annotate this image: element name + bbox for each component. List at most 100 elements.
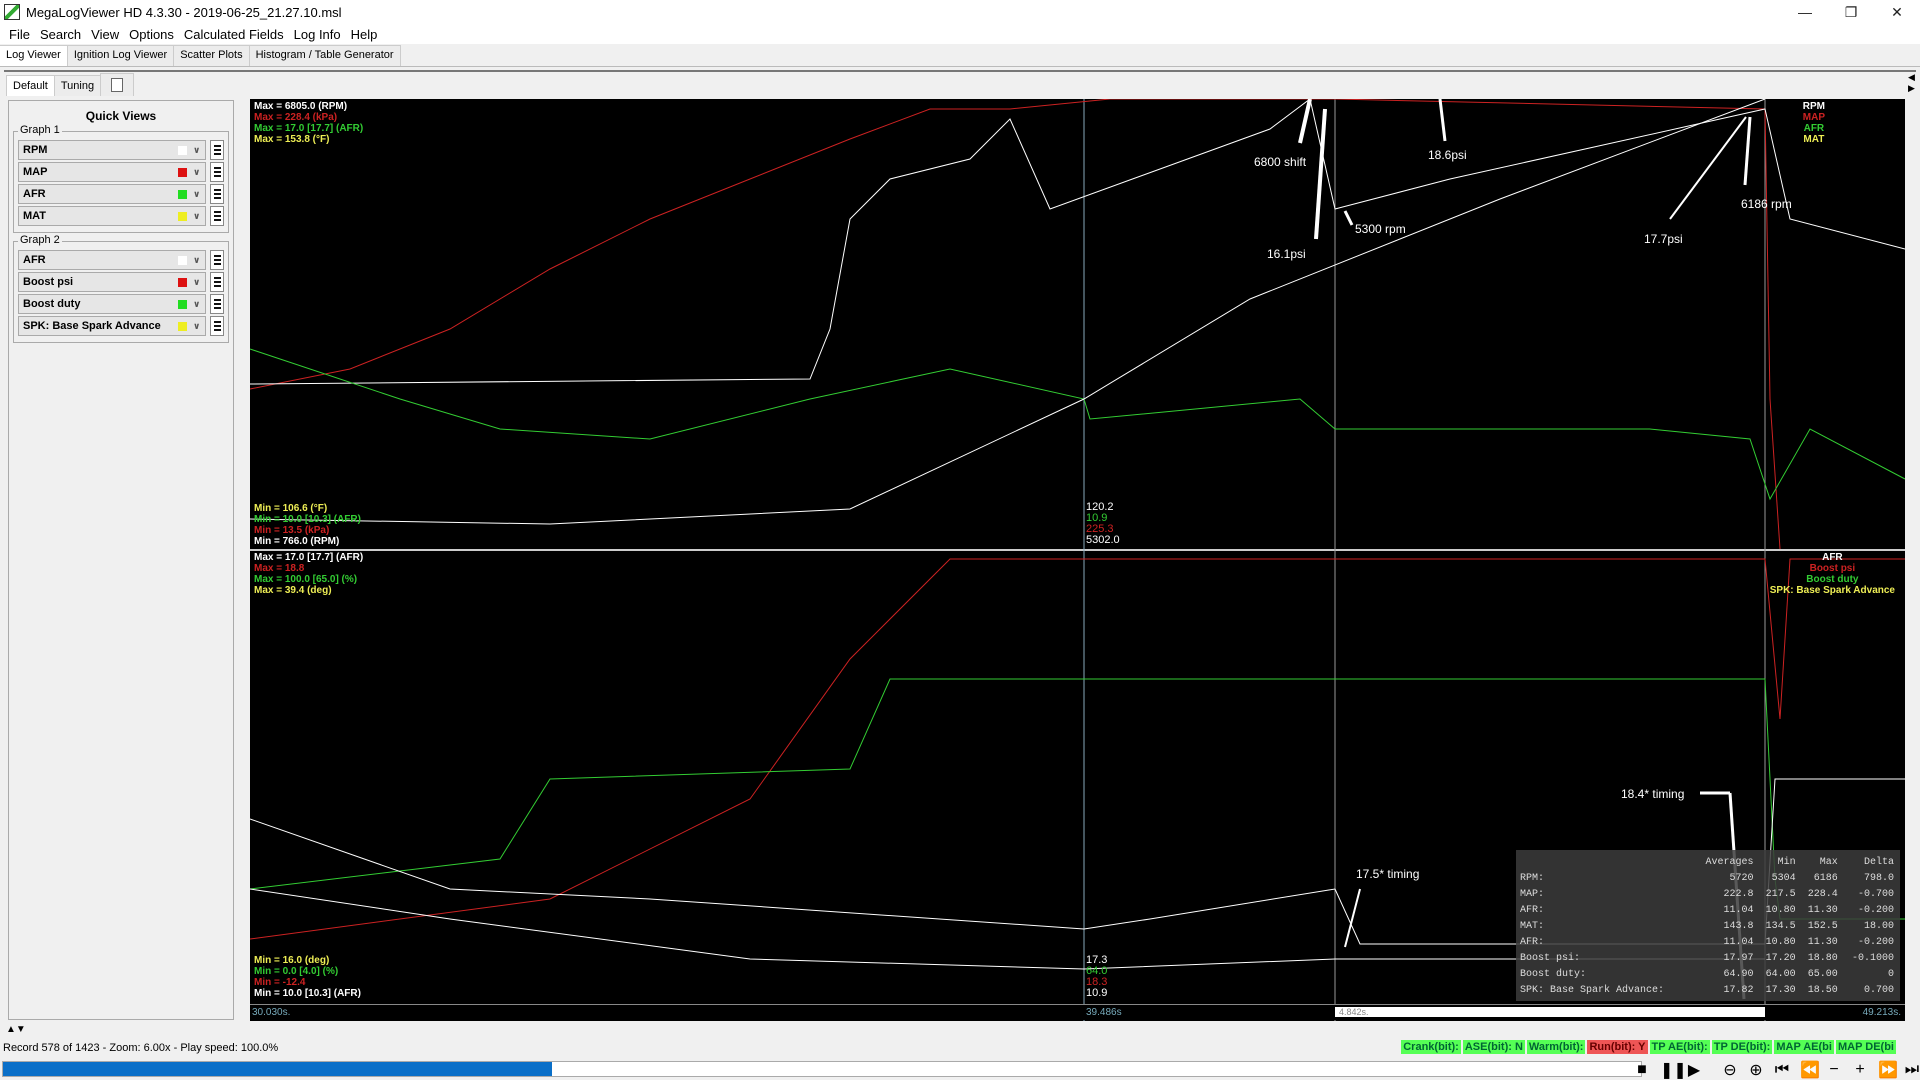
rewind-icon[interactable]: ⏪ bbox=[1800, 1060, 1820, 1080]
averages-row: AFR: 11.04 10.80 11.30 -0.200 bbox=[1520, 904, 1894, 916]
annotation-stroke bbox=[1314, 108, 1327, 240]
color-swatch[interactable] bbox=[178, 211, 187, 221]
bit-indicator: MAP AE(bi bbox=[1774, 1040, 1834, 1054]
pause-icon[interactable]: ❚❚ bbox=[1660, 1060, 1687, 1080]
close-button[interactable]: ✕ bbox=[1874, 0, 1920, 24]
group-label: Graph 2 bbox=[18, 234, 62, 246]
stat-label: Min = 766.0 (RPM) bbox=[254, 536, 340, 547]
tab-default[interactable]: Default bbox=[6, 75, 55, 96]
field-select[interactable]: AFR ∨ bbox=[18, 184, 206, 204]
annotation-stroke bbox=[1343, 210, 1354, 226]
averages-row: MAP: 222.8 217.5 228.4 -0.700 bbox=[1520, 888, 1894, 900]
quick-view-row: AFR ∨ bbox=[18, 184, 224, 204]
color-swatch[interactable] bbox=[178, 189, 187, 199]
color-swatch[interactable] bbox=[178, 145, 187, 155]
tab-ignition-log-viewer[interactable]: Ignition Log Viewer bbox=[66, 45, 175, 66]
menu-view[interactable]: View bbox=[86, 27, 124, 42]
zoom-out-icon[interactable]: ⊖ bbox=[1722, 1060, 1738, 1080]
skip-end-icon[interactable]: ⏭ bbox=[1904, 1061, 1920, 1079]
stat-label: Max = 6805.0 (RPM) bbox=[254, 101, 348, 112]
color-swatch[interactable] bbox=[178, 321, 187, 331]
timeline-cursor: 39.486s bbox=[1086, 1007, 1122, 1018]
scroll-left-icon[interactable]: ◀ bbox=[1908, 72, 1918, 83]
field-menu-button[interactable] bbox=[210, 184, 224, 204]
field-select[interactable]: Boost psi ∨ bbox=[18, 272, 206, 292]
quick-view-row: Boost psi ∨ bbox=[18, 272, 224, 292]
chevron-down-icon[interactable]: ∨ bbox=[193, 299, 205, 310]
field-menu-button[interactable] bbox=[210, 316, 224, 336]
tab-tuning[interactable]: Tuning bbox=[53, 75, 102, 96]
stat-label: Max = 39.4 (deg) bbox=[254, 585, 332, 596]
panel-collapse-arrows[interactable]: ▲▼ bbox=[6, 1024, 26, 1035]
skip-start-icon[interactable]: ⏮ bbox=[1774, 1061, 1790, 1079]
field-menu-button[interactable] bbox=[210, 162, 224, 182]
faster-icon[interactable]: + bbox=[1852, 1061, 1868, 1079]
chevron-down-icon[interactable]: ∨ bbox=[193, 321, 205, 332]
field-select[interactable]: Boost duty ∨ bbox=[18, 294, 206, 314]
stat-label: Max = 17.0 [17.7] (AFR) bbox=[254, 123, 364, 134]
timeline-bar[interactable]: 30.030s. 39.486s 4.842s. 49.213s. bbox=[250, 1004, 1905, 1020]
field-menu-button[interactable] bbox=[210, 250, 224, 270]
field-select[interactable]: RPM ∨ bbox=[18, 140, 206, 160]
chevron-down-icon[interactable]: ∨ bbox=[193, 277, 205, 288]
averages-row: Boost duty: 64.90 64.00 65.00 0 bbox=[1520, 968, 1894, 980]
tab-scroll-arrows[interactable]: ◀ ▶ bbox=[1908, 72, 1918, 94]
color-swatch[interactable] bbox=[178, 277, 187, 287]
tab-log-viewer[interactable]: Log Viewer bbox=[0, 45, 68, 66]
chevron-down-icon[interactable]: ∨ bbox=[193, 189, 205, 200]
quick-views-title: Quick Views bbox=[85, 109, 157, 123]
field-name: AFR bbox=[23, 254, 46, 266]
scroll-right-icon[interactable]: ▶ bbox=[1908, 83, 1918, 94]
field-select[interactable]: MAP ∨ bbox=[18, 162, 206, 182]
bit-indicator: Crank(bit): bbox=[1401, 1040, 1461, 1054]
chevron-down-icon[interactable]: ∨ bbox=[193, 167, 205, 178]
color-swatch[interactable] bbox=[178, 255, 187, 265]
window-title: MegaLogViewer HD 4.3.30 - 2019-06-25_21.… bbox=[26, 4, 342, 20]
slower-icon[interactable]: − bbox=[1826, 1061, 1842, 1079]
chevron-down-icon[interactable]: ∨ bbox=[193, 255, 205, 266]
graph1-max-labels: Max = 6805.0 (RPM) Max = 228.4 (kPa) Max =… bbox=[254, 101, 363, 145]
minimize-button[interactable]: — bbox=[1782, 0, 1828, 24]
new-tab-button[interactable] bbox=[100, 73, 135, 96]
timeline-selection[interactable]: 4.842s. bbox=[1335, 1007, 1765, 1017]
field-select[interactable]: MAT ∨ bbox=[18, 206, 206, 226]
menu-file[interactable]: File bbox=[4, 27, 35, 42]
field-menu-button[interactable] bbox=[210, 206, 224, 226]
color-swatch[interactable] bbox=[178, 299, 187, 309]
field-select[interactable]: AFR ∨ bbox=[18, 250, 206, 270]
field-select[interactable]: SPK: Base Spark Advance ∨ bbox=[18, 316, 206, 336]
color-swatch[interactable] bbox=[178, 167, 187, 177]
field-menu-button[interactable] bbox=[210, 140, 224, 160]
stat-label: Min = 10.0 [10.3] (AFR) bbox=[254, 514, 361, 525]
menu-help[interactable]: Help bbox=[346, 27, 383, 42]
timeline-start: 30.030s. bbox=[252, 1007, 291, 1018]
menu-options[interactable]: Options bbox=[124, 27, 179, 42]
play-icon[interactable]: ▶ bbox=[1686, 1060, 1702, 1080]
chevron-down-icon[interactable]: ∨ bbox=[193, 145, 205, 156]
tab-histogram-table-generator[interactable]: Histogram / Table Generator bbox=[248, 45, 401, 66]
restore-button[interactable]: ❐ bbox=[1828, 0, 1874, 24]
stat-label: Min = 0.0 [4.0] (%) bbox=[254, 966, 339, 977]
zoom-in-icon[interactable]: ⊕ bbox=[1748, 1060, 1764, 1080]
field-menu-button[interactable] bbox=[210, 294, 224, 314]
tab-scatter-plots[interactable]: Scatter Plots bbox=[173, 45, 250, 66]
stop-icon[interactable]: ■ bbox=[1634, 1061, 1650, 1079]
log-graph-area[interactable]: Max = 6805.0 (RPM) Max = 228.4 (kPa) Max =… bbox=[250, 99, 1905, 1021]
afr-trace bbox=[250, 348, 1905, 501]
annotation: 18.6psi bbox=[1428, 148, 1467, 162]
chevron-down-icon[interactable]: ∨ bbox=[193, 211, 205, 222]
map-trace bbox=[250, 99, 1781, 550]
graph1-cursor-values: 120.2 10.9 225.3 5302.0 bbox=[1086, 502, 1120, 546]
bit-indicator: Warm(bit): bbox=[1526, 1040, 1586, 1054]
timeline-end: 49.213s. bbox=[1862, 1007, 1901, 1018]
stat-label: Boost duty bbox=[1806, 574, 1859, 585]
log-progress-bar[interactable] bbox=[2, 1061, 1642, 1077]
field-menu-button[interactable] bbox=[210, 272, 224, 292]
fast-forward-icon[interactable]: ⏩ bbox=[1878, 1060, 1898, 1080]
menu-search[interactable]: Search bbox=[35, 27, 86, 42]
annotation: 5300 rpm bbox=[1355, 222, 1406, 236]
field-name: Boost psi bbox=[23, 276, 74, 288]
menu-calculated-fields[interactable]: Calculated Fields bbox=[179, 27, 289, 42]
graph2-legend: AFR Boost psi Boost duty SPK: Base Spark Ad… bbox=[1770, 552, 1895, 596]
menu-log-info[interactable]: Log Info bbox=[289, 27, 346, 42]
